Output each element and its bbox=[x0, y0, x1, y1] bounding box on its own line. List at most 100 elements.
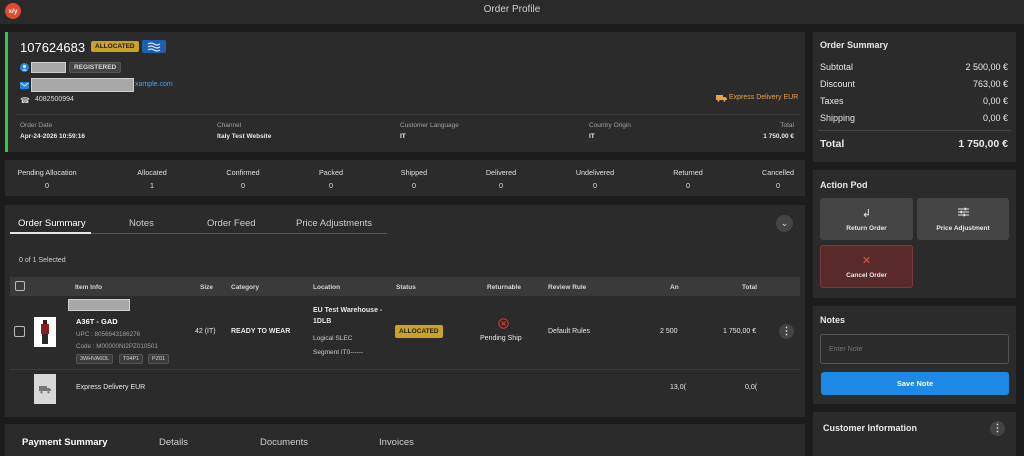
summary-value: 2 500,00 € bbox=[965, 62, 1008, 72]
item-brand-redacted bbox=[68, 299, 130, 311]
shipping-row-amount: 13,0( bbox=[670, 384, 686, 391]
cancel-order-label: Cancel Order bbox=[846, 272, 887, 279]
count-value-confirmed: 0 bbox=[241, 181, 245, 190]
item-logical-location: Logical SLEC bbox=[313, 335, 353, 342]
phone-number: 4082500994 bbox=[35, 96, 74, 103]
item-chip: PZ01 bbox=[148, 354, 170, 364]
count-value-pending: 0 bbox=[45, 181, 49, 190]
count-value-allocated: 1 bbox=[150, 181, 154, 190]
th-amount: An bbox=[670, 284, 679, 291]
customer-name-redacted bbox=[31, 62, 66, 73]
count-value-cancelled: 0 bbox=[776, 181, 780, 190]
item-chip: T04P1 bbox=[119, 354, 144, 364]
phone-icon: ☎ bbox=[20, 96, 30, 105]
summary-label: Taxes bbox=[820, 96, 844, 106]
meta-value-channel: Italy Test Website bbox=[217, 133, 272, 140]
item-status-badge: ALLOCATED bbox=[395, 325, 443, 338]
return-order-button[interactable]: ↲ Return Order bbox=[820, 198, 913, 240]
close-icon: ✕ bbox=[861, 255, 872, 267]
summary-title: Order Summary bbox=[820, 40, 889, 50]
summary-value: 0,00 € bbox=[982, 96, 1008, 106]
summary-divider bbox=[818, 130, 1011, 131]
th-review-rule: Review Rule bbox=[548, 284, 587, 291]
top-bar: x/y Order Profile bbox=[0, 0, 1024, 24]
action-pod-title: Action Pod bbox=[820, 180, 868, 190]
user-icon bbox=[20, 63, 29, 74]
item-location: EU Test Warehouse - bbox=[313, 307, 383, 314]
count-label-returned: Returned bbox=[673, 168, 703, 177]
th-category: Category bbox=[231, 284, 260, 291]
customer-info-title: Customer Information bbox=[823, 423, 918, 433]
item-segment: Segment IT0------ bbox=[313, 349, 364, 356]
price-adjustment-button[interactable]: Price Adjustment bbox=[917, 198, 1009, 240]
meta-label-country: Country Origin bbox=[589, 122, 631, 129]
th-location: Location bbox=[313, 284, 341, 291]
count-value-returned: 0 bbox=[686, 181, 690, 190]
active-tab-indicator bbox=[10, 232, 91, 234]
collapse-chevron-icon[interactable]: ⌄ bbox=[776, 215, 793, 232]
price-adjustment-label: Price Adjustment bbox=[936, 224, 990, 232]
summary-value: 0,00 € bbox=[982, 113, 1008, 123]
item-code: Code : M00000NI2PZ010501 bbox=[76, 343, 158, 350]
return-arrow-icon: ↲ bbox=[861, 207, 872, 220]
count-value-undelivered: 0 bbox=[593, 181, 597, 190]
summary-total-label: Total bbox=[820, 138, 845, 150]
truck-icon bbox=[716, 94, 727, 104]
tab-notes[interactable]: Notes bbox=[129, 218, 154, 229]
select-all-checkbox[interactable] bbox=[15, 281, 25, 291]
customer-tag: REGISTERED bbox=[69, 62, 122, 73]
order-status-badge: ALLOCATED bbox=[91, 41, 139, 52]
tab-order-summary[interactable]: Order Summary bbox=[18, 218, 86, 229]
email-suffix[interactable]: xample.com bbox=[135, 81, 173, 88]
tab-details[interactable]: Details bbox=[159, 437, 188, 448]
meta-value-order-date: Apr-24-2026 10:59:16 bbox=[20, 133, 86, 140]
save-note-button[interactable]: Save Note bbox=[821, 372, 1009, 395]
count-label-cancelled: Cancelled bbox=[762, 168, 794, 177]
count-label-allocated: Allocated bbox=[137, 168, 167, 177]
tab-invoices[interactable]: Invoices bbox=[379, 437, 414, 448]
customer-info-panel bbox=[813, 412, 1016, 456]
tab-documents[interactable]: Documents bbox=[260, 437, 308, 448]
return-order-label: Return Order bbox=[846, 224, 887, 232]
summary-label: Subtotal bbox=[820, 62, 854, 72]
note-input[interactable] bbox=[820, 334, 1009, 364]
summary-row-taxes: Taxes 0,00 € bbox=[820, 96, 1008, 106]
row-more-icon[interactable]: ⋮ bbox=[779, 324, 794, 339]
count-value-shipped: 0 bbox=[412, 181, 416, 190]
th-item-info: Item Info bbox=[75, 284, 103, 291]
summary-value: 763,00 € bbox=[972, 79, 1008, 89]
item-review-rule: Default Rules bbox=[548, 328, 591, 335]
item-name: A36T - GAD bbox=[76, 317, 118, 326]
selection-count: 0 of 1 Selected bbox=[19, 257, 66, 264]
row-divider bbox=[10, 369, 800, 370]
meta-label-language: Customer Language bbox=[400, 122, 459, 129]
count-label-packed: Packed bbox=[319, 168, 343, 177]
shipping-thumbnail bbox=[34, 374, 56, 404]
shipping-row-total: 0,0( bbox=[745, 384, 758, 391]
header-divider bbox=[15, 114, 800, 115]
status-counts-panel bbox=[5, 160, 805, 196]
meta-value-language: IT bbox=[400, 133, 406, 140]
count-label-undelivered: Undelivered bbox=[575, 168, 615, 177]
item-amount: 2 500 bbox=[660, 328, 678, 335]
row-checkbox[interactable] bbox=[14, 326, 25, 337]
th-returnable: Returnable bbox=[487, 284, 521, 291]
summary-row-subtotal: Subtotal 2 500,00 € bbox=[820, 62, 1008, 72]
order-header-panel: 107624683 ALLOCATED REGISTERED xample.co… bbox=[5, 32, 805, 152]
product-thumbnail[interactable] bbox=[34, 317, 56, 347]
tab-price-adjustments[interactable]: Price Adjustments bbox=[296, 218, 372, 229]
tab-order-feed[interactable]: Order Feed bbox=[207, 218, 256, 229]
summary-total-value: 1 750,00 € bbox=[958, 138, 1008, 150]
waves-flag-icon bbox=[142, 40, 166, 53]
customer-info-more-icon[interactable]: ⋮ bbox=[990, 421, 1005, 436]
item-total: 1 750,00 € bbox=[723, 328, 757, 335]
email-icon bbox=[20, 82, 29, 91]
page-title: Order Profile bbox=[483, 4, 541, 15]
count-label-pending: Pending Allocation bbox=[17, 168, 77, 177]
cancel-order-button[interactable]: ✕ Cancel Order bbox=[820, 245, 913, 288]
item-size: 42 (IT) bbox=[195, 328, 216, 335]
th-total: Total bbox=[742, 284, 758, 291]
tab-payment-summary[interactable]: Payment Summary bbox=[22, 437, 108, 448]
item-location-line2: 1DLB bbox=[313, 318, 332, 325]
item-chip: 3WHVA6DL bbox=[76, 354, 114, 364]
